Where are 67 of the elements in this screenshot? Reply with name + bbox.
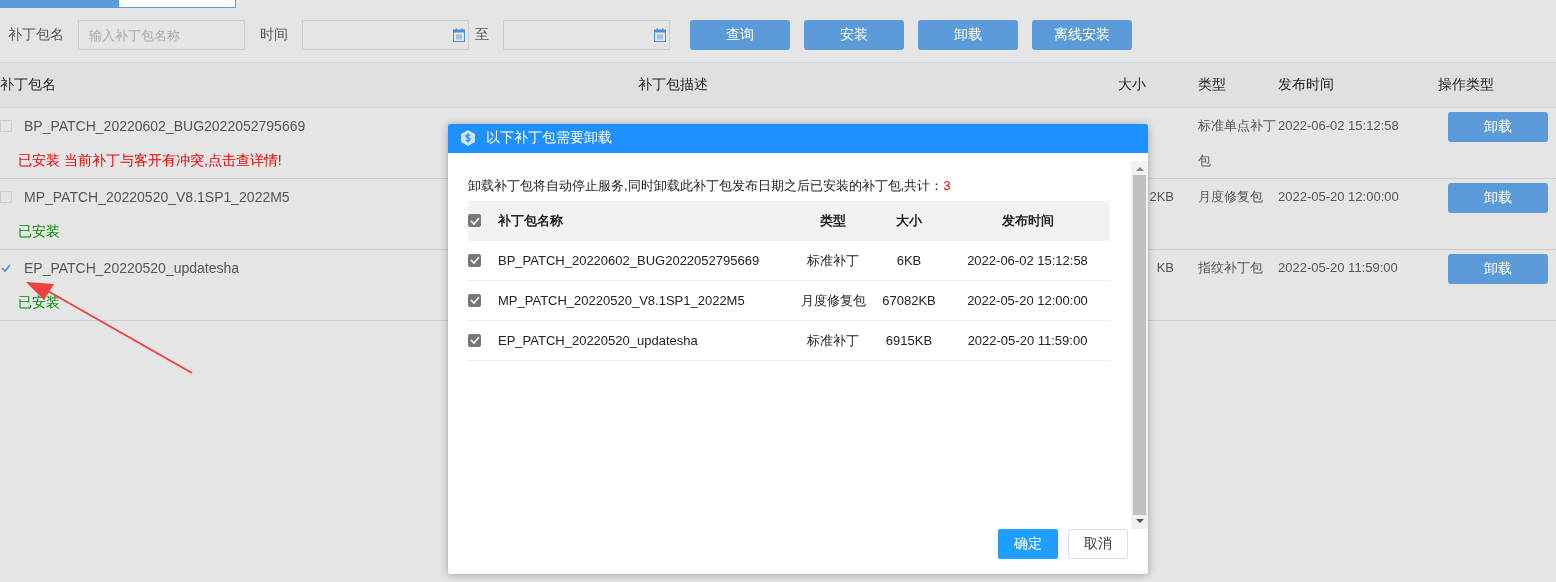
type-cell: 月度修复包 [793, 280, 873, 321]
column-header: 类型 [793, 200, 873, 241]
time-cell: 2022-06-02 15:12:58 [945, 240, 1110, 281]
check-icon [469, 295, 480, 306]
filter-label: 时间 [260, 26, 288, 44]
patch-name: EP_PATCH_20220520_updatesha [24, 259, 240, 276]
filter-label: 至 [475, 26, 489, 44]
size-cell: 2KB [1149, 189, 1174, 204]
column-header: 补丁包描述 [638, 76, 709, 94]
row-checkbox[interactable] [468, 333, 481, 347]
type-cell-text: 指纹补丁包 [1198, 259, 1264, 277]
column-header: 大小 [873, 200, 945, 241]
row-checkbox[interactable] [0, 119, 12, 132]
install-status: 已安装 [18, 222, 60, 241]
install-status[interactable]: 已安装 当前补丁与客开有冲突,点击查详情! [18, 151, 282, 170]
tab[interactable] [118, 0, 236, 8]
row-checkbox[interactable] [468, 293, 481, 307]
dialog-message: 卸载补丁包将自动停止服务,同时卸载此补丁包发布日期之后已安装的补丁包,共计：3 [468, 176, 952, 195]
type-cell: 标准补丁 [793, 320, 873, 361]
date-field[interactable] [503, 20, 670, 50]
dialog-title: 以下补丁包需要卸载 [486, 129, 612, 148]
toolbar-button[interactable]: 安装 [804, 20, 904, 50]
check-icon [469, 215, 480, 226]
row-checkbox[interactable] [0, 190, 12, 203]
uninstall-button[interactable]: 卸载 [1448, 182, 1548, 213]
calendar-icon[interactable] [654, 28, 666, 42]
time-cell: 2022-05-20 12:00:00 [945, 280, 1110, 321]
uninstall-button[interactable]: 卸载 [1448, 253, 1548, 284]
time-cell: 2022-05-20 11:59:00 [1278, 260, 1398, 275]
patch-name: MP_PATCH_20220520_V8.1SP1_2022M5 [498, 280, 793, 321]
column-header: 补丁包名 [0, 76, 57, 94]
date-field[interactable] [302, 20, 469, 50]
toolbar-button[interactable]: 卸载 [918, 20, 1018, 50]
size-cell: KB [1156, 260, 1174, 275]
toolbar-button[interactable]: 查询 [690, 20, 790, 50]
uninstall-button[interactable]: 卸载 [1448, 111, 1548, 142]
size-cell: 67082KB [873, 280, 945, 321]
type-cell-text: 月度修复包 [1198, 188, 1264, 206]
column-header: 发布时间 [1278, 76, 1335, 94]
time-cell: 2022-05-20 11:59:00 [945, 320, 1110, 361]
type-cell: 标准补丁 [793, 240, 873, 281]
check-icon [1, 262, 11, 273]
row-checkbox[interactable] [468, 253, 481, 267]
scrollbar[interactable] [1131, 160, 1148, 529]
toolbar-button[interactable]: 离线安装 [1032, 20, 1132, 50]
select-all-checkbox[interactable] [468, 214, 481, 228]
column-header: 发布时间 [945, 200, 1110, 241]
time-cell: 2022-06-02 15:12:58 [1278, 118, 1399, 133]
confirm-button[interactable]: 确定 [998, 528, 1058, 559]
column-header: 操作类型 [1438, 76, 1495, 94]
column-header: 大小 [1118, 76, 1147, 94]
check-icon [469, 255, 480, 266]
column-header: 类型 [1198, 76, 1227, 94]
cancel-button[interactable]: 取消 [1068, 528, 1128, 559]
check-icon [469, 335, 480, 346]
time-cell: 2022-05-20 12:00:00 [1278, 189, 1399, 204]
size-cell: 6KB [873, 240, 945, 281]
column-header: 补丁包名称 [498, 200, 793, 241]
patch-name: MP_PATCH_20220520_V8.1SP1_2022M5 [24, 188, 290, 205]
filter-label: 补丁包名 [8, 26, 64, 44]
patch-name: BP_PATCH_20220602_BUG2022052795669 [498, 240, 793, 281]
shield-icon [460, 129, 476, 148]
size-cell: 6915KB [873, 320, 945, 361]
calendar-icon[interactable] [453, 28, 465, 42]
patch-name: BP_PATCH_20220602_BUG2022052795669 [24, 117, 306, 134]
type-cell-text: 标准单点补丁包 [1198, 117, 1277, 170]
patch-name: EP_PATCH_20220520_updatesha [498, 320, 793, 361]
